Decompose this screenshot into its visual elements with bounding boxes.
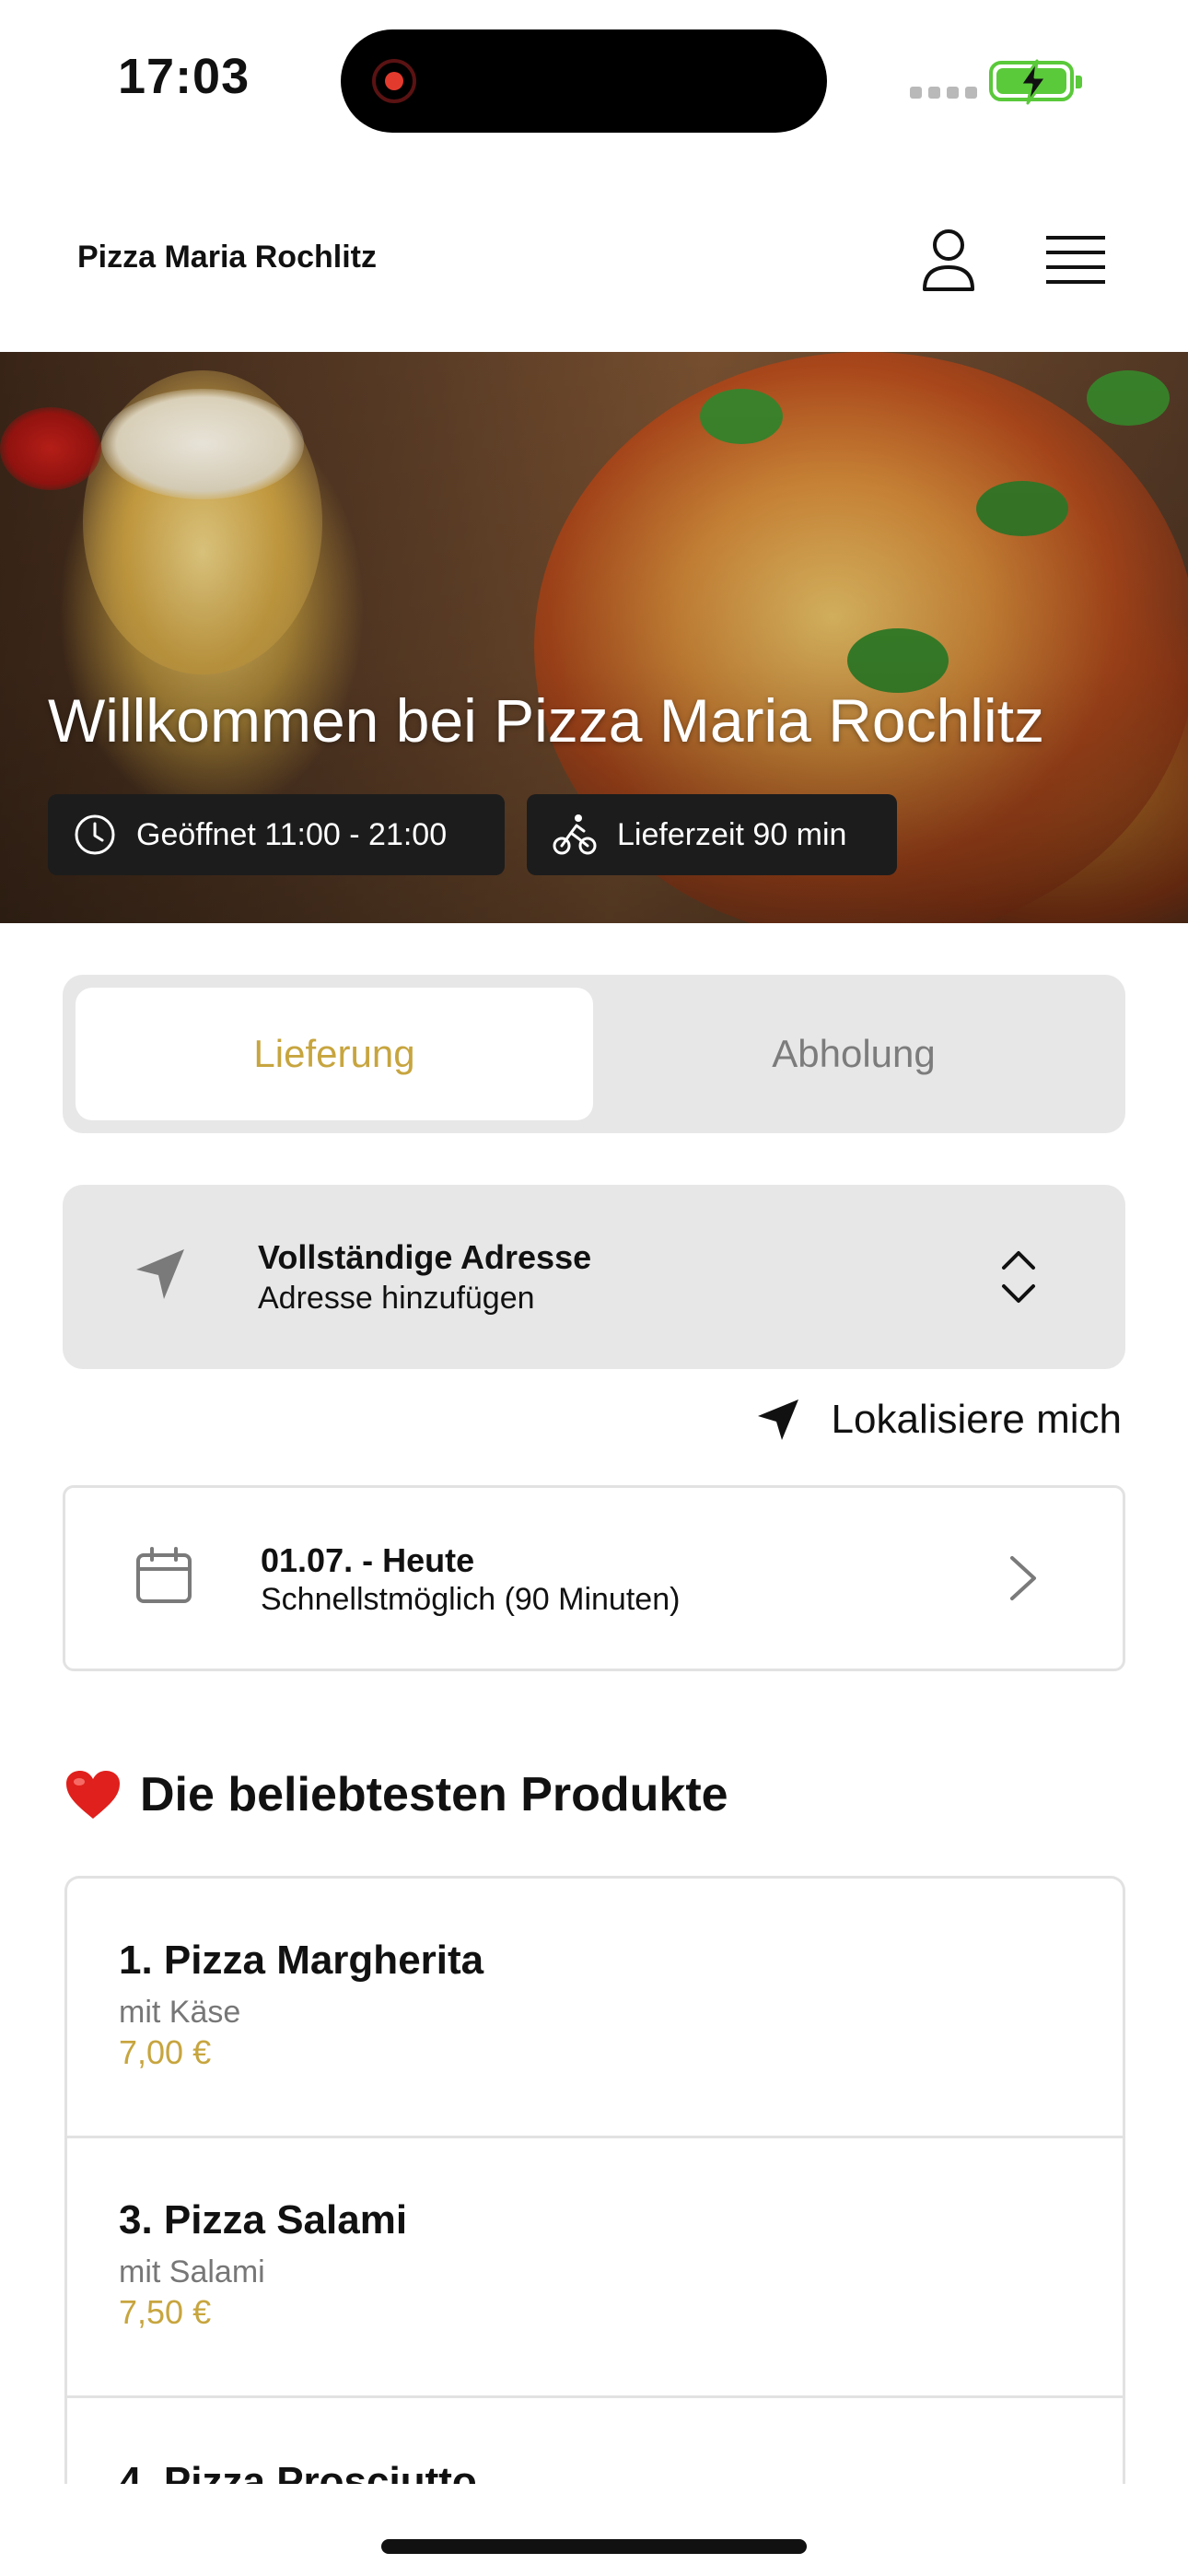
chevron-up-down-icon (1002, 1251, 1035, 1303)
app-header: Pizza Maria Rochlitz (0, 184, 1188, 350)
menu-button[interactable] (1037, 221, 1114, 299)
clock-icon (75, 814, 115, 855)
opening-hours-badge: Geöffnet 11:00 - 21:00 (48, 794, 505, 875)
product-item[interactable]: 3. Pizza Salami mit Salami 7,50 € (67, 2138, 1123, 2398)
product-price: 7,50 € (119, 2293, 212, 2331)
popular-products-heading: Die beliebtesten Produkte (64, 1767, 728, 1822)
delivery-mode-toggle: Lieferung Abholung (63, 975, 1125, 1133)
cellular-signal-icon (910, 87, 984, 103)
date-title: 01.07. - Heute (261, 1541, 475, 1579)
hero-banner: Willkommen bei Pizza Maria Rochlitz Geöf… (0, 352, 1188, 923)
locate-me-label: Lokalisiere mich (831, 1397, 1122, 1442)
address-subtitle: Adresse hinzufügen (258, 1281, 535, 1316)
location-arrow-icon (757, 1399, 798, 1440)
heart-icon (66, 1771, 120, 1819)
account-button[interactable] (912, 221, 985, 299)
chevron-right-icon (1010, 1556, 1036, 1600)
delivery-time-badge: Lieferzeit 90 min (527, 794, 897, 875)
bicycle-courier-icon (553, 814, 597, 855)
opening-hours-label: Geöffnet 11:00 - 21:00 (136, 816, 448, 852)
address-selector[interactable]: Vollständige Adresse Adresse hinzufügen (63, 1185, 1125, 1369)
menu-icon (1046, 236, 1105, 284)
tab-pickup[interactable]: Abholung (595, 988, 1112, 1120)
product-price: 7,00 € (119, 2033, 212, 2071)
charging-bolt-icon (1019, 59, 1048, 105)
calendar-icon (136, 1547, 192, 1603)
hero-title: Willkommen bei Pizza Maria Rochlitz (48, 686, 1044, 755)
product-name: 3. Pizza Salami (119, 2197, 408, 2242)
home-indicator[interactable] (381, 2539, 807, 2554)
delivery-time-label: Lieferzeit 90 min (617, 816, 847, 852)
popular-heading-label: Die beliebtesten Produkte (140, 1768, 728, 1821)
date-subtitle: Schnellstmöglich (90 Minuten) (261, 1582, 681, 1617)
product-name: 4. Pizza Prosciutto (119, 2459, 477, 2484)
recording-indicator-icon (372, 59, 416, 103)
location-arrow-icon (136, 1249, 184, 1299)
locate-me-button[interactable]: Lokalisiere mich (756, 1397, 1122, 1443)
tab-delivery[interactable]: Lieferung (76, 988, 593, 1120)
user-icon (923, 229, 974, 291)
product-list: 1. Pizza Margherita mit Käse 7,00 € 3. P… (64, 1876, 1125, 2484)
product-name: 1. Pizza Margherita (119, 1938, 484, 1983)
status-time: 17:03 (118, 49, 250, 104)
address-title: Vollständige Adresse (258, 1238, 592, 1276)
product-item[interactable]: 4. Pizza Prosciutto (67, 2398, 1123, 2484)
product-description: mit Käse (119, 1995, 241, 2030)
battery-icon (989, 59, 1082, 105)
product-description: mit Salami (119, 2254, 265, 2289)
delivery-date-selector[interactable]: 01.07. - Heute Schnellstmöglich (90 Minu… (63, 1485, 1125, 1671)
status-bar: 17:03 (0, 0, 1188, 166)
product-item[interactable]: 1. Pizza Margherita mit Käse 7,00 € (67, 1879, 1123, 2138)
restaurant-name[interactable]: Pizza Maria Rochlitz (77, 240, 377, 275)
dynamic-island (341, 29, 827, 133)
